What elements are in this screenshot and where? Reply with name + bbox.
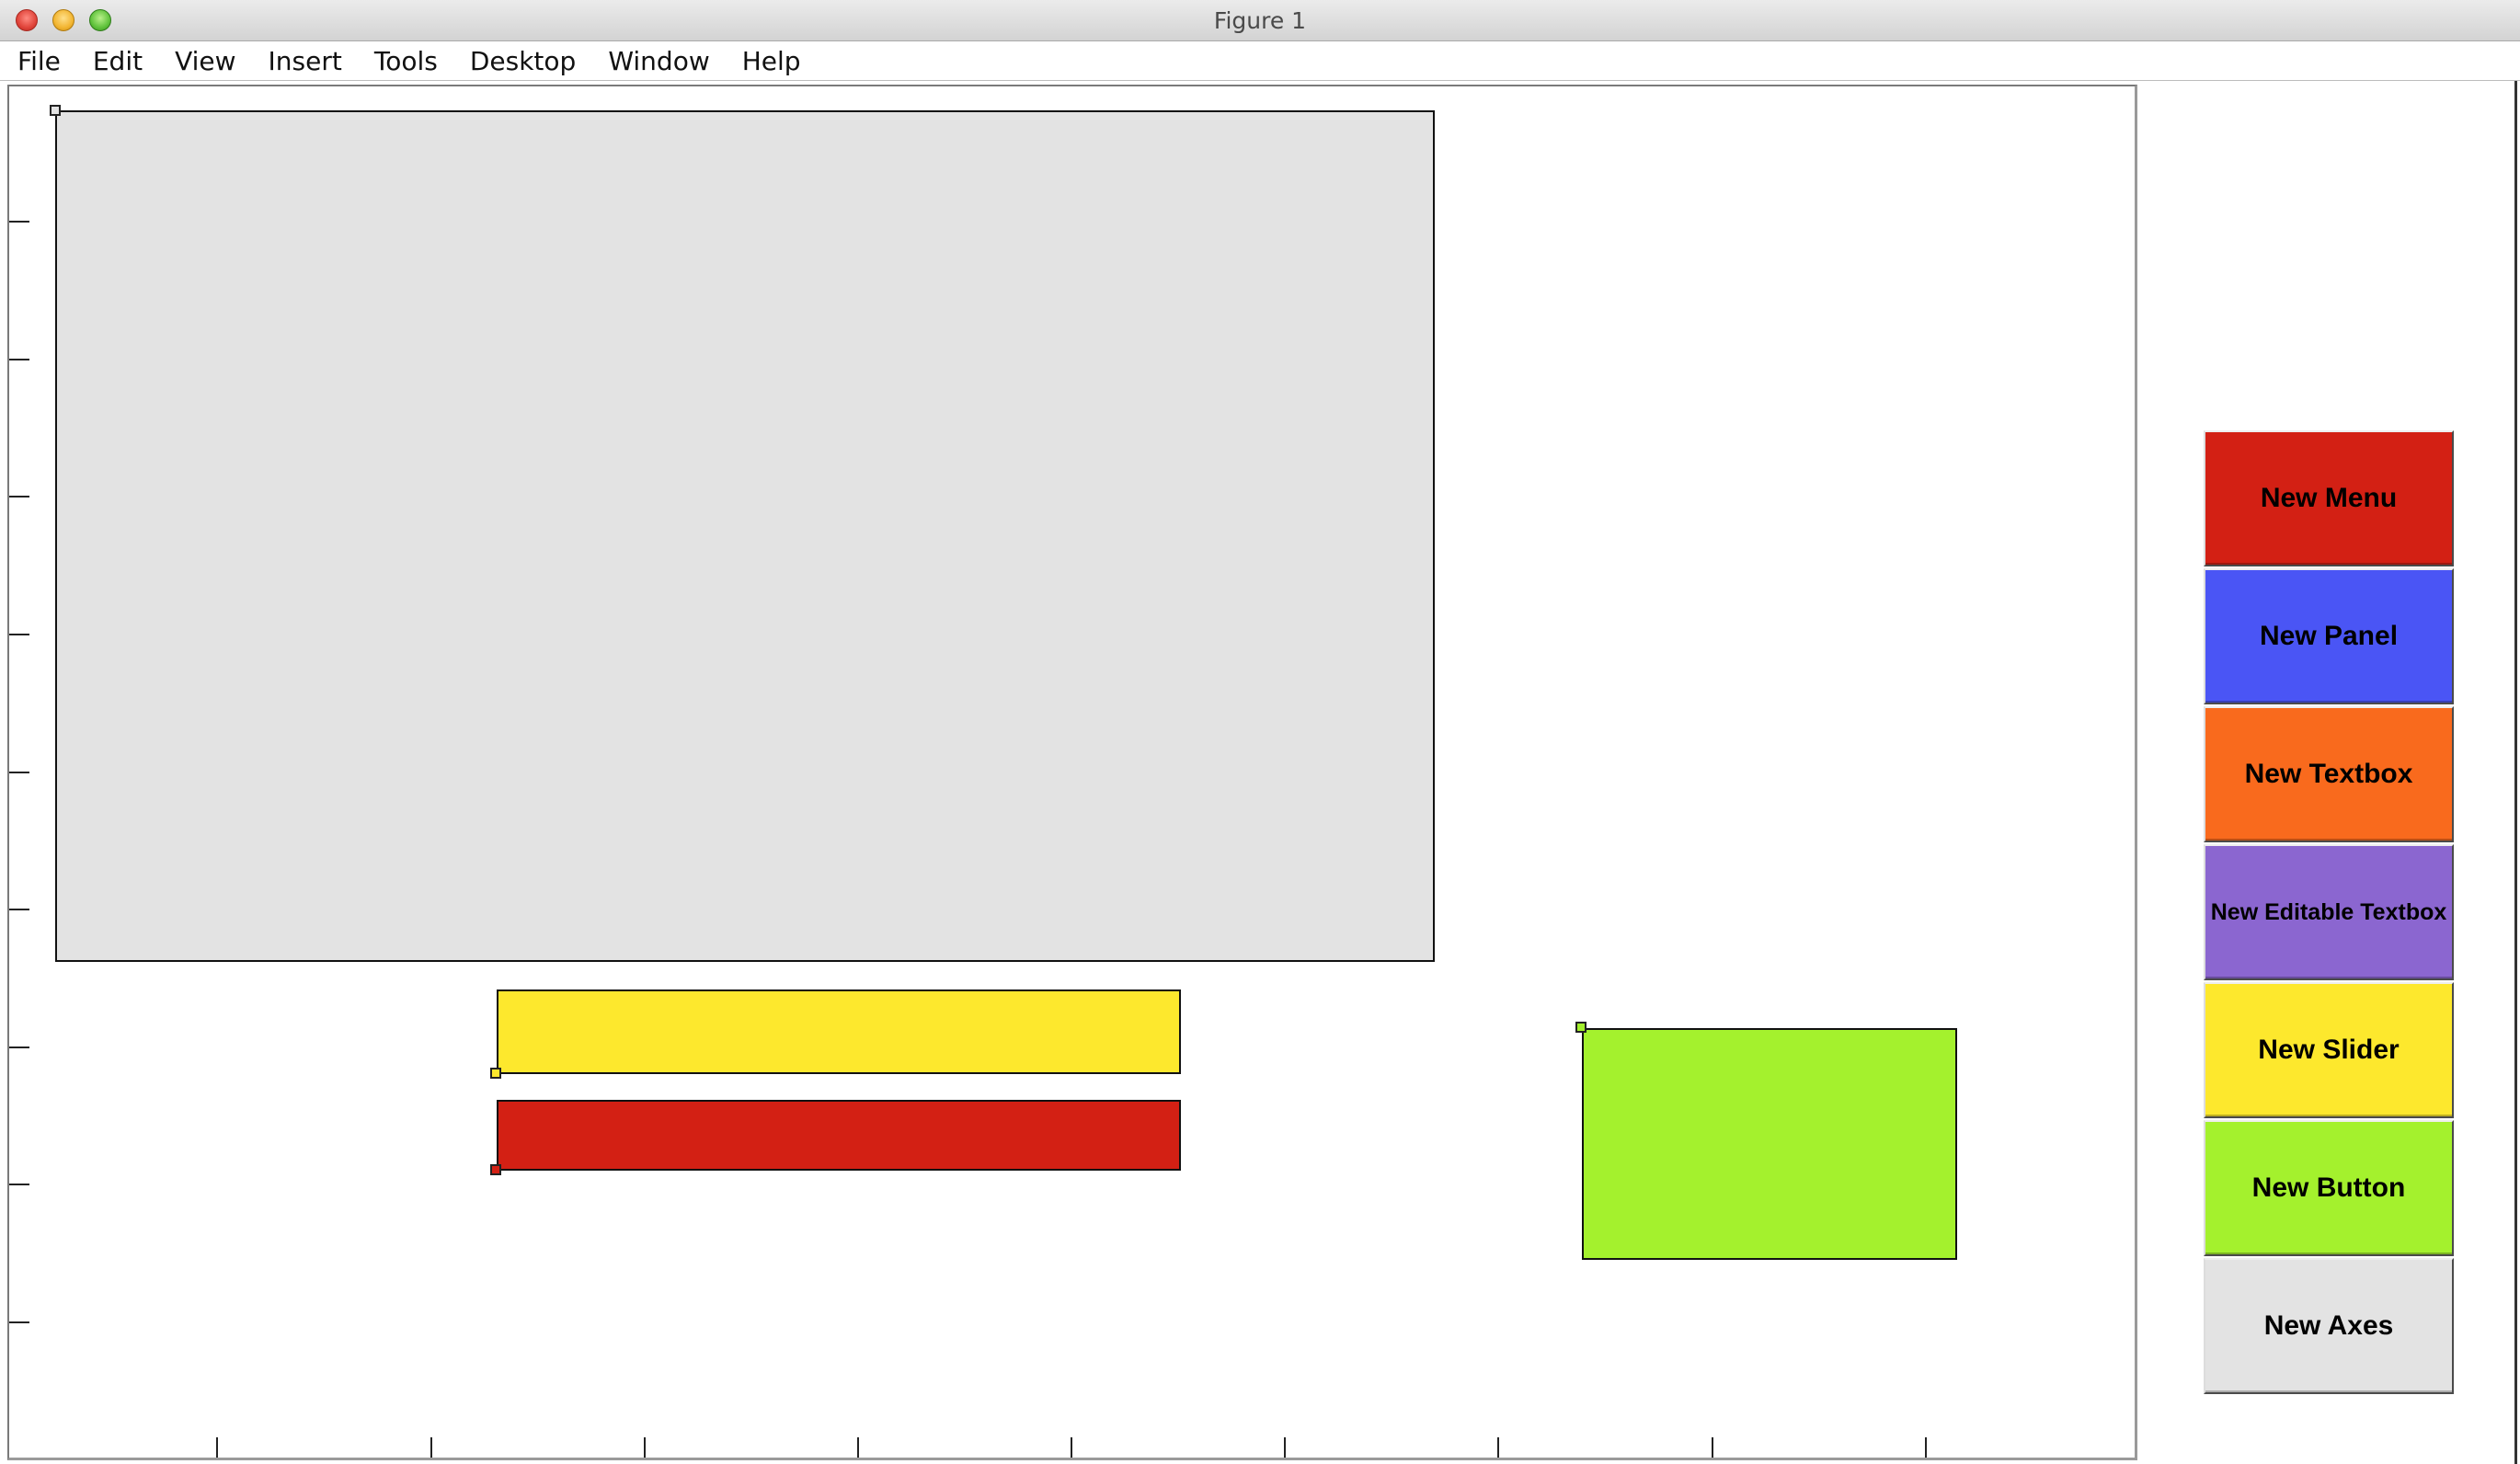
- menu-bar: File Edit View Insert Tools Desktop Wind…: [0, 41, 2520, 81]
- new-editable-textbox-label: New Editable Textbox: [2210, 898, 2447, 925]
- x-tick: [1497, 1437, 1499, 1458]
- new-textbox-button[interactable]: New Textbox: [2204, 706, 2454, 842]
- x-tick: [1284, 1437, 1286, 1458]
- window-title: Figure 1: [1213, 7, 1307, 34]
- new-button-button[interactable]: New Button: [2204, 1120, 2454, 1256]
- menu-file[interactable]: File: [17, 46, 61, 76]
- y-tick: [9, 496, 29, 498]
- x-tick: [1925, 1437, 1927, 1458]
- y-tick: [9, 1321, 29, 1323]
- new-menu-label: New Menu: [2260, 483, 2398, 513]
- new-button-label: New Button: [2251, 1172, 2406, 1203]
- y-tick: [9, 1184, 29, 1185]
- new-menu-button[interactable]: New Menu: [2204, 430, 2454, 566]
- y-tick: [9, 634, 29, 635]
- menu-help[interactable]: Help: [742, 46, 801, 76]
- menu-window[interactable]: Window: [608, 46, 709, 76]
- x-tick: [216, 1437, 218, 1458]
- figure-canvas[interactable]: [0, 81, 2520, 1464]
- y-tick: [9, 359, 29, 360]
- new-axes-button[interactable]: New Axes: [2204, 1258, 2454, 1394]
- resize-handle[interactable]: [50, 105, 61, 116]
- x-tick: [430, 1437, 432, 1458]
- new-panel-label: New Panel: [2259, 621, 2399, 651]
- resize-handle[interactable]: [490, 1164, 501, 1175]
- new-editable-textbox-button[interactable]: New Editable Textbox: [2204, 844, 2454, 980]
- menu-edit[interactable]: Edit: [93, 46, 143, 76]
- placed-axes[interactable]: [55, 110, 1435, 962]
- y-tick: [9, 909, 29, 910]
- new-textbox-label: New Textbox: [2244, 759, 2413, 789]
- title-bar: Figure 1: [0, 0, 2520, 41]
- placed-menu[interactable]: [497, 1100, 1181, 1171]
- placed-slider[interactable]: [497, 989, 1181, 1074]
- placed-button[interactable]: [1582, 1028, 1957, 1260]
- resize-handle[interactable]: [1575, 1022, 1586, 1033]
- new-panel-button[interactable]: New Panel: [2204, 568, 2454, 704]
- menu-insert[interactable]: Insert: [269, 46, 342, 76]
- x-tick: [644, 1437, 646, 1458]
- x-tick: [857, 1437, 859, 1458]
- y-tick: [9, 221, 29, 223]
- new-axes-label: New Axes: [2263, 1310, 2394, 1341]
- y-tick: [9, 772, 29, 773]
- x-tick: [1071, 1437, 1072, 1458]
- menu-view[interactable]: View: [175, 46, 235, 76]
- resize-handle[interactable]: [490, 1068, 501, 1079]
- new-slider-label: New Slider: [2258, 1035, 2400, 1065]
- x-tick: [1712, 1437, 1713, 1458]
- menu-desktop[interactable]: Desktop: [470, 46, 576, 76]
- window-edge: [2514, 81, 2517, 1464]
- y-tick: [9, 1047, 29, 1048]
- menu-tools[interactable]: Tools: [374, 46, 438, 76]
- new-slider-button[interactable]: New Slider: [2204, 982, 2454, 1118]
